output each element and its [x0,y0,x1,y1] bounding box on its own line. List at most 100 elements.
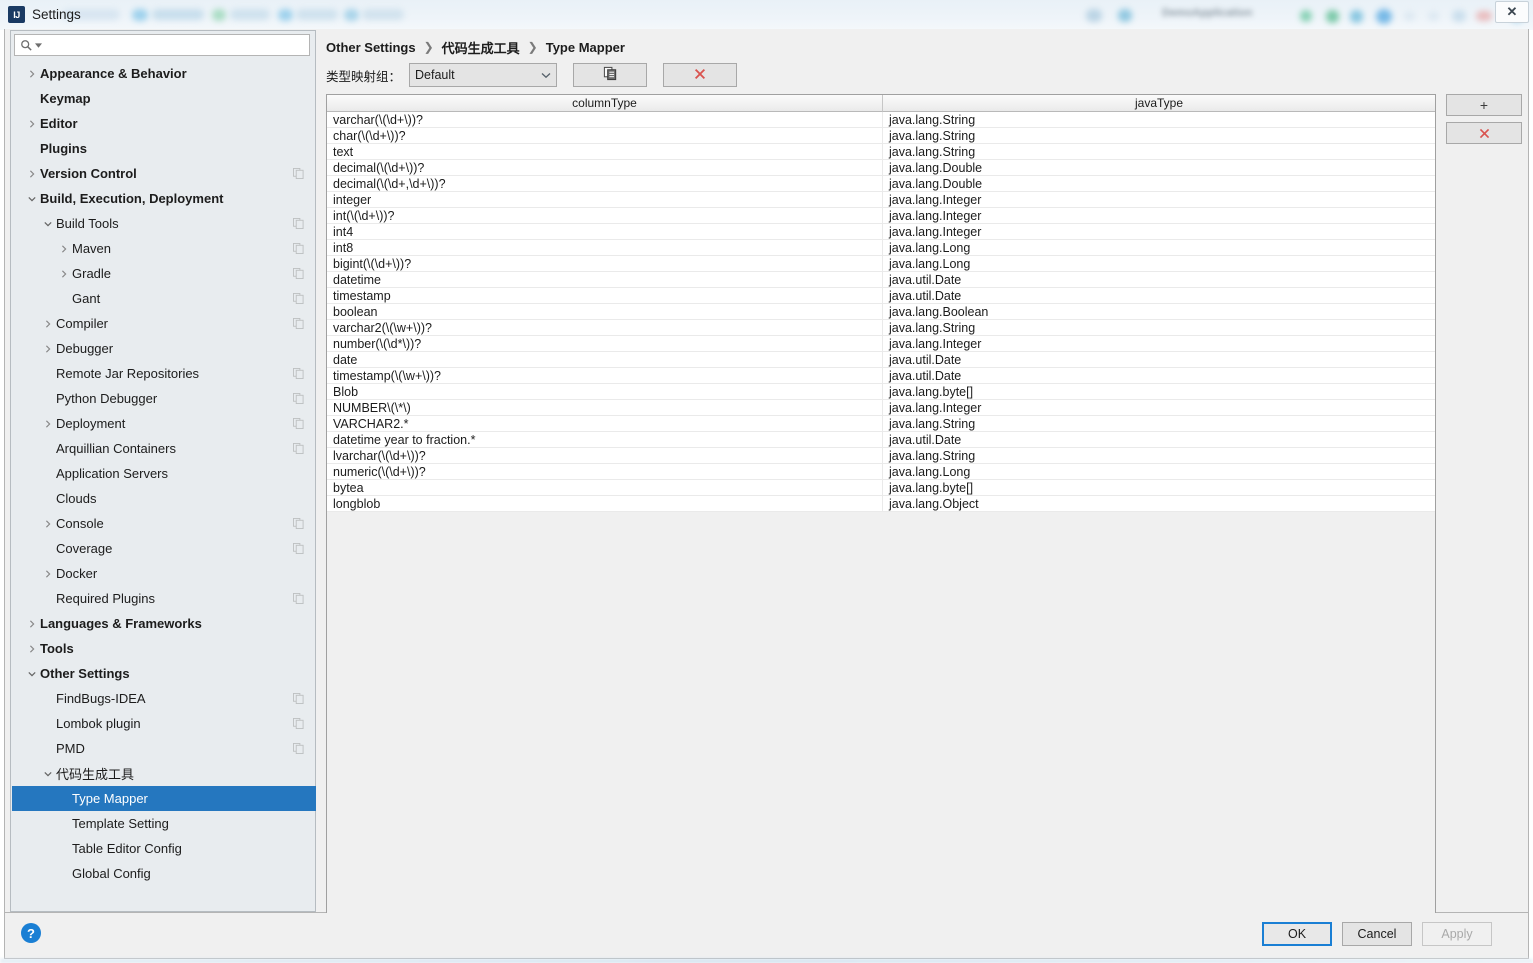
cell-javatype[interactable]: java.util.Date [883,352,1435,368]
sidebar-item-version-control[interactable]: Version Control [12,161,316,186]
chevron-right-icon[interactable] [40,561,56,586]
cell-javatype[interactable]: java.lang.String [883,448,1435,464]
sidebar-item-application-servers[interactable]: Application Servers [12,461,316,486]
sidebar-item-other-settings[interactable]: Other Settings [12,661,316,686]
sidebar-item-build-tools[interactable]: Build Tools [12,211,316,236]
sidebar-item-tools[interactable]: Tools [12,636,316,661]
sidebar-item-clouds[interactable]: Clouds [12,486,316,511]
remove-mapping-button[interactable] [1446,122,1522,144]
chevron-right-icon[interactable] [40,311,56,336]
type-group-select[interactable]: Default [409,63,558,87]
sidebar-item-arquillian-containers[interactable]: Arquillian Containers [12,436,316,461]
table-row[interactable]: varchar(\(\d+\))? java.lang.String [327,112,1435,128]
chevron-right-icon[interactable] [24,111,40,136]
table-row[interactable]: bytea java.lang.byte[] [327,480,1435,496]
cell-columntype[interactable]: datetime [327,272,883,288]
sidebar-item-keymap[interactable]: Keymap [12,86,316,111]
cell-columntype[interactable]: timestamp [327,288,883,304]
cell-javatype[interactable]: java.util.Date [883,288,1435,304]
chevron-down-icon[interactable] [24,661,40,686]
sidebar-item-代码生成工具[interactable]: 代码生成工具 [12,761,316,786]
table-row[interactable]: int4 java.lang.Integer [327,224,1435,240]
table-row[interactable]: Blob java.lang.byte[] [327,384,1435,400]
cell-columntype[interactable]: number(\(\d*\))? [327,336,883,352]
cell-javatype[interactable]: java.lang.String [883,128,1435,144]
cell-columntype[interactable]: longblob [327,496,883,512]
cell-columntype[interactable]: Blob [327,384,883,400]
chevron-right-icon[interactable] [24,61,40,86]
table-row[interactable]: datetime java.util.Date [327,272,1435,288]
chevron-right-icon[interactable] [56,236,72,261]
chevron-right-icon[interactable] [56,261,72,286]
sidebar-item-debugger[interactable]: Debugger [12,336,316,361]
cell-javatype[interactable]: java.lang.Long [883,464,1435,480]
sidebar-item-template-setting[interactable]: Template Setting [12,811,316,836]
table-row[interactable]: boolean java.lang.Boolean [327,304,1435,320]
table-row[interactable]: date java.util.Date [327,352,1435,368]
cell-javatype[interactable]: java.util.Date [883,368,1435,384]
type-mapping-table[interactable]: columnType javaType varchar(\(\d+\))? jav… [326,94,1436,934]
cell-columntype[interactable]: datetime year to fraction.* [327,432,883,448]
table-row[interactable]: lvarchar(\(\d+\))? java.lang.String [327,448,1435,464]
sidebar-item-languages-frameworks[interactable]: Languages & Frameworks [12,611,316,636]
cell-javatype[interactable]: java.lang.byte[] [883,384,1435,400]
cell-javatype[interactable]: java.lang.Integer [883,208,1435,224]
cell-javatype[interactable]: java.lang.String [883,320,1435,336]
cell-columntype[interactable]: NUMBER\(\*\) [327,400,883,416]
table-row[interactable]: int8 java.lang.Long [327,240,1435,256]
cell-columntype[interactable]: int(\(\d+\))? [327,208,883,224]
chevron-right-icon[interactable] [40,411,56,436]
help-button[interactable]: ? [21,923,41,943]
breadcrumb-item[interactable]: Other Settings [326,40,416,55]
table-row[interactable]: varchar2(\(\w+\))? java.lang.String [327,320,1435,336]
cell-columntype[interactable]: varchar2(\(\w+\))? [327,320,883,336]
sidebar-item-table-editor-config[interactable]: Table Editor Config [12,836,316,861]
sidebar-item-pmd[interactable]: PMD [12,736,316,761]
table-row[interactable]: datetime year to fraction.* java.util.Dat… [327,432,1435,448]
cell-javatype[interactable]: java.util.Date [883,432,1435,448]
table-row[interactable]: timestamp(\(\w+\))? java.util.Date [327,368,1435,384]
cell-javatype[interactable]: java.lang.Integer [883,336,1435,352]
sidebar-item-remote-jar-repositories[interactable]: Remote Jar Repositories [12,361,316,386]
column-header-columntype[interactable]: columnType [327,95,883,112]
table-row[interactable]: NUMBER\(\*\) java.lang.Integer [327,400,1435,416]
cell-columntype[interactable]: bigint(\(\d+\))? [327,256,883,272]
search-dropdown-arrow-icon[interactable] [35,38,42,52]
chevron-down-icon[interactable] [24,186,40,211]
sidebar-item-required-plugins[interactable]: Required Plugins [12,586,316,611]
cell-columntype[interactable]: date [327,352,883,368]
sidebar-item-build-execution-deployment[interactable]: Build, Execution, Deployment [12,186,316,211]
cell-javatype[interactable]: java.lang.byte[] [883,480,1435,496]
sidebar-item-compiler[interactable]: Compiler [12,311,316,336]
chevron-right-icon[interactable] [24,636,40,661]
cell-javatype[interactable]: java.lang.Boolean [883,304,1435,320]
sidebar-item-plugins[interactable]: Plugins [12,136,316,161]
cell-javatype[interactable]: java.lang.Double [883,176,1435,192]
table-row[interactable]: timestamp java.util.Date [327,288,1435,304]
table-row[interactable]: decimal(\(\d+,\d+\))? java.lang.Double [327,176,1435,192]
sidebar-item-console[interactable]: Console [12,511,316,536]
cell-javatype[interactable]: java.lang.Long [883,256,1435,272]
cell-columntype[interactable]: lvarchar(\(\d+\))? [327,448,883,464]
cell-columntype[interactable]: int8 [327,240,883,256]
copy-group-button[interactable] [573,63,648,87]
column-header-javatype[interactable]: javaType [883,95,1435,112]
cell-javatype[interactable]: java.lang.Double [883,160,1435,176]
table-row[interactable]: int(\(\d+\))? java.lang.Integer [327,208,1435,224]
sidebar-item-coverage[interactable]: Coverage [12,536,316,561]
sidebar-item-python-debugger[interactable]: Python Debugger [12,386,316,411]
table-row[interactable]: decimal(\(\d+\))? java.lang.Double [327,160,1435,176]
table-row[interactable]: char(\(\d+\))? java.lang.String [327,128,1435,144]
search-box[interactable] [14,34,310,56]
cell-columntype[interactable]: integer [327,192,883,208]
table-row[interactable]: bigint(\(\d+\))? java.lang.Long [327,256,1435,272]
table-row[interactable]: VARCHAR2.* java.lang.String [327,416,1435,432]
chevron-down-icon[interactable] [40,761,56,786]
ok-button[interactable]: OK [1262,922,1332,946]
sidebar-item-lombok-plugin[interactable]: Lombok plugin [12,711,316,736]
cell-javatype[interactable]: java.lang.Integer [883,400,1435,416]
cell-javatype[interactable]: java.lang.Object [883,496,1435,512]
sidebar-item-findbugs-idea[interactable]: FindBugs-IDEA [12,686,316,711]
sidebar-item-editor[interactable]: Editor [12,111,316,136]
sidebar-item-docker[interactable]: Docker [12,561,316,586]
